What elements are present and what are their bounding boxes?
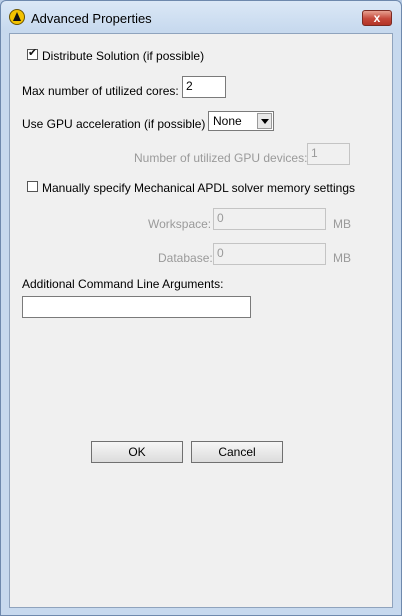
checkmark-icon: ✔ — [28, 47, 38, 59]
title-bar[interactable]: Advanced Properties x — [1, 1, 401, 33]
ansys-logo-icon — [9, 9, 25, 25]
database-unit: MB — [333, 251, 351, 265]
database-label: Database: — [158, 251, 213, 265]
workspace-unit: MB — [333, 217, 351, 231]
advanced-properties-window: Advanced Properties x ✔ Distribute Solut… — [0, 0, 402, 616]
max-cores-input[interactable]: 2 — [182, 76, 226, 98]
manual-memory-label: Manually specify Mechanical APDL solver … — [42, 181, 356, 195]
distribute-solution-label: Distribute Solution (if possible) — [42, 49, 205, 63]
manual-memory-checkbox[interactable] — [27, 181, 38, 192]
cancel-button[interactable]: Cancel — [191, 441, 283, 463]
gpu-acceleration-select[interactable]: None — [208, 111, 274, 131]
gpu-acceleration-label: Use GPU acceleration (if possible) — [22, 117, 206, 131]
additional-args-label: Additional Command Line Arguments: — [22, 277, 224, 291]
max-cores-label: Max number of utilized cores: — [22, 84, 179, 98]
gpu-devices-input[interactable]: 1 — [307, 143, 350, 165]
chevron-down-icon[interactable] — [257, 113, 272, 129]
window-title: Advanced Properties — [31, 11, 152, 26]
workspace-input[interactable]: 0 — [213, 208, 326, 230]
distribute-solution-checkbox[interactable]: ✔ — [27, 47, 38, 60]
ok-button[interactable]: OK — [91, 441, 183, 463]
additional-args-input[interactable] — [22, 296, 251, 318]
dialog-body: ✔ Distribute Solution (if possible) Max … — [9, 33, 393, 608]
gpu-acceleration-value: None — [213, 114, 242, 128]
gpu-devices-label: Number of utilized GPU devices: — [134, 151, 308, 165]
database-input[interactable]: 0 — [213, 243, 326, 265]
close-button[interactable]: x — [362, 10, 392, 26]
workspace-label: Workspace: — [148, 217, 212, 231]
